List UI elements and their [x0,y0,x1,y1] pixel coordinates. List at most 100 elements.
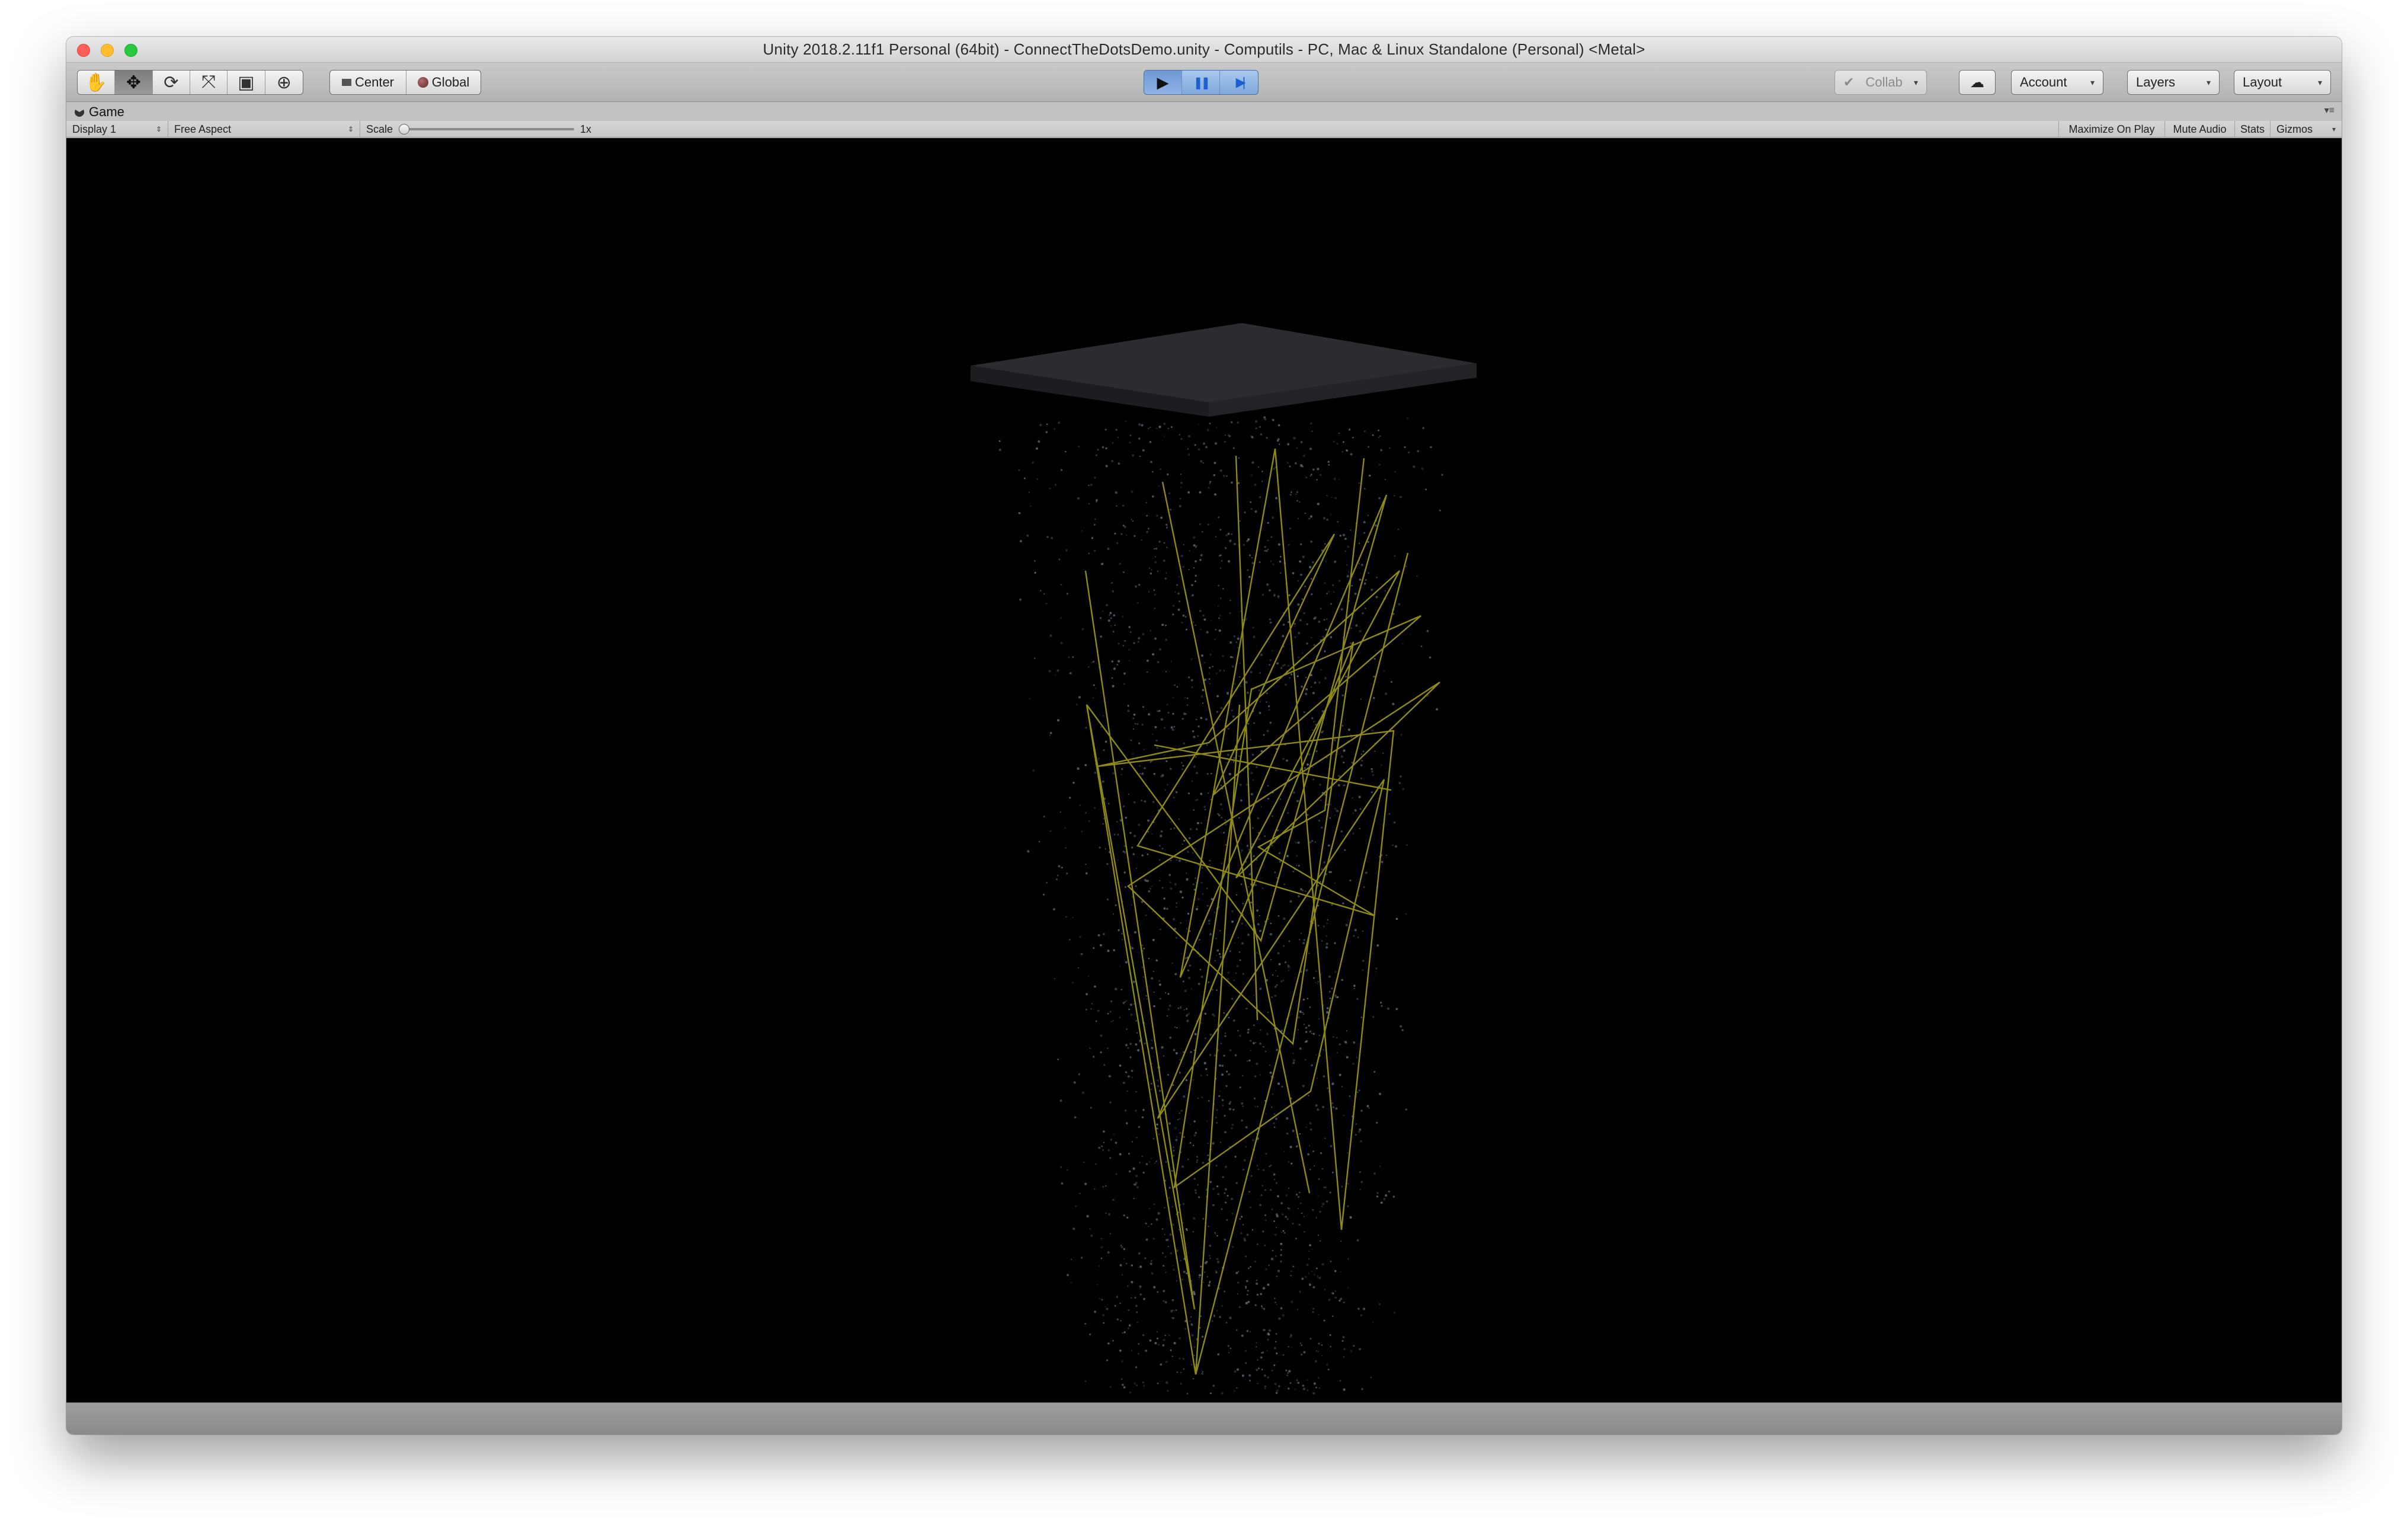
particle-dot [1154,637,1157,640]
particle-dot [1094,518,1096,520]
particle-dot [1122,645,1125,647]
particle-dot [1112,590,1115,593]
particle-dot [1193,809,1195,811]
layout-dropdown[interactable]: Layout ▾ [2234,70,2331,95]
particle-dot [1228,1016,1230,1019]
particle-dot [1224,823,1227,826]
particle-dot [1085,812,1087,814]
particle-dot [1283,1232,1286,1234]
particle-dot [1150,461,1152,463]
particle-dot [1055,675,1056,676]
particle-dot [1266,437,1268,439]
particle-dot [1147,819,1149,822]
particle-dot [1171,1206,1173,1207]
game-tab[interactable]: Game [75,104,124,120]
particle-dot [1197,423,1199,425]
particle-dot [1138,423,1141,426]
rotate-icon: ⟳ [164,72,179,92]
particle-dot [1311,1032,1312,1034]
particle-dot [1187,792,1190,795]
play-button[interactable]: ▶ [1144,71,1182,94]
layers-dropdown[interactable]: Layers ▾ [2127,70,2220,95]
particle-dot [1279,861,1282,863]
particle-dot [1202,689,1205,692]
stats-toggle[interactable]: Stats [2235,121,2271,138]
particle-dot [1234,1370,1237,1373]
particle-dot [1133,931,1137,934]
particle-dot [1208,487,1210,489]
particle-dot [1286,1117,1289,1120]
particle-dot [1145,1238,1148,1241]
game-viewport[interactable] [66,138,2342,1402]
transform-tool-button[interactable]: ⊕ [265,71,303,94]
move-icon: ✥ [126,72,142,92]
display-dropdown[interactable]: Display 1 ⇕ [66,121,168,138]
particle-dot [1197,448,1200,451]
particle-dot [1312,1032,1315,1035]
rect-tool-button[interactable]: ▣ [228,71,265,94]
particle-dot [1209,1033,1212,1036]
move-tool-button[interactable]: ✥ [115,71,153,94]
particle-dot [1287,443,1290,446]
scale-slider-handle[interactable] [399,124,410,135]
account-dropdown[interactable]: Account ▾ [2011,70,2103,95]
particle-dot [1261,1305,1263,1307]
particle-dot [1115,429,1118,431]
particle-dot [1163,560,1165,562]
particle-dot [1398,782,1401,785]
scale-tool-button[interactable]: ⤧ [190,71,228,94]
particle-dot [1293,1265,1295,1267]
gizmos-dropdown[interactable]: Gizmos ▾ [2271,121,2342,138]
particle-dot [1373,658,1376,660]
particle-dot [1163,897,1165,900]
particle-dot [1275,1226,1277,1229]
particle-dot [1069,939,1071,941]
particle-dot [1308,1095,1309,1097]
particle-dot [1253,979,1255,981]
particle-dot [1189,828,1192,830]
cloud-services-button[interactable]: ☁ [1959,70,1996,95]
zoom-window-button[interactable] [124,44,137,57]
particle-dot [1187,453,1190,456]
particle-dot [1300,1353,1303,1356]
particle-dot [1277,952,1280,955]
particle-dot [1289,494,1292,496]
particle-dot [1053,428,1056,430]
step-button[interactable]: ▶| [1220,71,1258,94]
particle-dot [1262,1230,1264,1233]
particle-dot [1208,666,1211,669]
particle-dot [1203,1281,1205,1283]
maximize-on-play-toggle[interactable]: Maximize On Play [2058,121,2165,138]
particle-dot [1358,542,1360,545]
mute-audio-toggle[interactable]: Mute Audio [2165,121,2235,138]
particle-dot [1303,711,1305,714]
scale-slider[interactable] [399,124,575,135]
particle-dot [1226,1219,1228,1221]
particle-dot [1133,1382,1136,1385]
minimize-window-button[interactable] [101,44,114,57]
particle-dot [1323,517,1325,520]
rotation-global-button[interactable]: Global [406,71,481,94]
particle-dot [1119,1264,1122,1267]
rotate-tool-button[interactable]: ⟳ [153,71,190,94]
close-window-button[interactable] [77,44,90,57]
particle-dot [1084,1182,1087,1185]
hand-tool-button[interactable]: ✋ [78,71,116,94]
aspect-dropdown[interactable]: Free Aspect ⇕ [168,121,360,138]
panel-menu-icon[interactable]: ▾≡ [2324,104,2335,116]
particle-dot [1182,980,1184,983]
particle-dot [1304,586,1307,587]
particle-dot [1117,929,1120,932]
particle-dot [1365,579,1367,581]
particle-dot [1286,1218,1289,1220]
particle-dot [1253,1097,1256,1099]
particle-dot [1114,1305,1116,1307]
particle-dot [1192,883,1195,886]
particle-dot [1340,755,1343,758]
particle-dot [1360,1140,1362,1143]
pivot-center-button[interactable]: Center [330,71,406,94]
particle-dot [1186,928,1187,930]
particle-dot [1098,1146,1101,1149]
pause-button[interactable]: ❚❚ [1182,71,1220,94]
collab-dropdown[interactable]: ✔ Collab ▾ [1834,70,1927,95]
